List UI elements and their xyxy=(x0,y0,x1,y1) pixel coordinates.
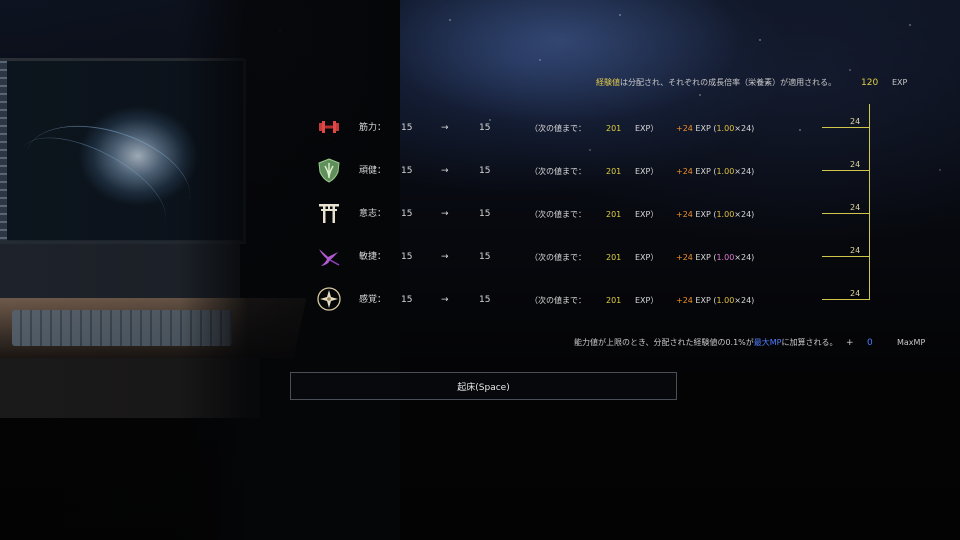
exp-gain: +24 EXP (1.00×24) xyxy=(676,124,754,134)
next-value-unit: EXP） xyxy=(635,210,659,219)
stat-row: 感覚： 15 → 15 （次の値まで： 201 EXP） +24 EXP (1.00×24) xyxy=(0,287,960,320)
gain-amount: +24 xyxy=(676,167,693,176)
stat-row: 敏捷： 15 → 15 （次の値まで： 201 EXP） +24 EXP (1.00×24) xyxy=(0,247,960,277)
gain-unit: EXP ( xyxy=(692,253,717,262)
max-mp-value: 0 xyxy=(867,338,873,348)
growth-multiplier: 1.00 xyxy=(716,210,735,219)
growth-multiplier: 1.00 xyxy=(716,253,735,262)
growth-multiplier: 1.00 xyxy=(716,167,735,176)
stat-current-value: 15 xyxy=(401,209,413,219)
total-exp-unit: EXP xyxy=(892,78,908,87)
max-mp-plus: + xyxy=(846,338,854,348)
stat-new-value: 15 xyxy=(479,123,491,133)
next-value-exp: 201 xyxy=(606,210,622,219)
exp-distribution-info: 経験値は分配され、それぞれの成長倍率（栄養素）が適用される。 xyxy=(596,78,836,88)
max-mp-unit: MaxMP xyxy=(897,338,926,347)
torii-gate-icon xyxy=(316,200,342,226)
gain-amount: +24 xyxy=(676,210,693,219)
stat-name: 感覚： xyxy=(359,295,387,305)
exp-gain: +24 EXP (1.00×24) xyxy=(676,296,754,306)
graph-label: 24 xyxy=(850,117,861,126)
gain-times: ×24) xyxy=(734,253,755,262)
graph-label: 24 xyxy=(850,160,861,169)
stat-row: 筋力： 15 → 15 （次の値まで： 201 EXP） +24 EXP (1.00×24) xyxy=(0,118,960,148)
stat-name: 意志： xyxy=(359,209,387,219)
growth-multiplier: 1.00 xyxy=(716,124,735,133)
gain-unit: EXP ( xyxy=(692,210,717,219)
next-value-unit: EXP） xyxy=(635,167,659,176)
next-value-label: （次の値まで： xyxy=(530,253,586,262)
graph-axis xyxy=(869,104,870,300)
gain-times: ×24) xyxy=(734,124,755,133)
next-value-label: （次の値まで： xyxy=(530,210,586,219)
arrow: → xyxy=(441,295,449,305)
stat-row: 意志： 15 → 15 （次の値まで： 201 EXP） +24 EXP (1.00×24) xyxy=(0,204,960,234)
graph-label: 24 xyxy=(850,203,861,212)
swallow-bird-icon xyxy=(316,243,342,269)
stat-new-value: 15 xyxy=(479,295,491,305)
arrow: → xyxy=(441,252,449,262)
gain-times: ×24) xyxy=(734,296,755,305)
next-value-label: （次の値まで： xyxy=(530,124,586,133)
next-value-exp: 201 xyxy=(606,167,622,176)
stat-name: 頑健： xyxy=(359,166,387,176)
next-value-exp: 201 xyxy=(606,296,622,305)
stat-new-value: 15 xyxy=(479,166,491,176)
stat-current-value: 15 xyxy=(401,252,413,262)
gain-unit: EXP ( xyxy=(692,167,717,176)
stat-name: 敏捷： xyxy=(359,252,387,262)
exp-info-text: は分配され、それぞれの成長倍率（栄養素）が適用される。 xyxy=(620,78,837,87)
next-value-exp: 201 xyxy=(606,253,622,262)
arrow: → xyxy=(441,166,449,176)
exp-highlight: 経験値 xyxy=(596,78,620,87)
exp-gain: +24 EXP (1.00×24) xyxy=(676,167,754,177)
stat-new-value: 15 xyxy=(479,252,491,262)
total-exp-value: 120 xyxy=(861,78,879,88)
graph-label: 24 xyxy=(850,289,861,298)
stat-current-value: 15 xyxy=(401,295,413,305)
gain-times: ×24) xyxy=(734,210,755,219)
graph-tick xyxy=(822,299,870,300)
stat-current-value: 15 xyxy=(401,123,413,133)
next-value-unit: EXP） xyxy=(635,253,659,262)
dumbbell-icon xyxy=(316,114,342,140)
max-mp-note-a: 能力値が上限のとき、分配された経験値の0.1%が xyxy=(574,338,754,347)
graph-tick xyxy=(822,213,870,214)
graph-tick xyxy=(822,256,870,257)
next-value-unit: EXP） xyxy=(635,296,659,305)
wake-up-button[interactable]: 起床(Space) xyxy=(290,372,677,400)
gain-times: ×24) xyxy=(734,167,755,176)
gain-amount: +24 xyxy=(676,253,693,262)
stat-name: 筋力： xyxy=(359,123,387,133)
next-value-label: （次の値まで： xyxy=(530,296,586,305)
max-mp-highlight: 最大MP xyxy=(753,338,782,347)
compass-star-icon xyxy=(316,286,342,312)
arrow: → xyxy=(441,123,449,133)
growth-multiplier: 1.00 xyxy=(716,296,735,305)
max-mp-note: 能力値が上限のとき、分配された経験値の0.1%が最大MPに加算される。 xyxy=(574,338,838,348)
stat-new-value: 15 xyxy=(479,209,491,219)
shield-icon xyxy=(316,157,342,183)
max-mp-note-b: に加算される。 xyxy=(781,338,838,347)
graph-tick xyxy=(822,170,870,171)
stat-current-value: 15 xyxy=(401,166,413,176)
graph-label: 24 xyxy=(850,246,861,255)
next-value-exp: 201 xyxy=(606,124,622,133)
exp-gain: +24 EXP (1.00×24) xyxy=(676,253,754,263)
next-value-label: （次の値まで： xyxy=(530,167,586,176)
next-value-unit: EXP） xyxy=(635,124,659,133)
wake-up-label: 起床(Space) xyxy=(457,382,510,393)
stat-row: 頑健： 15 → 15 （次の値まで： 201 EXP） +24 EXP (1.00×24) xyxy=(0,158,960,191)
gain-unit: EXP ( xyxy=(692,296,717,305)
gain-amount: +24 xyxy=(676,124,693,133)
exp-gain: +24 EXP (1.00×24) xyxy=(676,210,754,220)
gain-unit: EXP ( xyxy=(692,124,717,133)
arrow: → xyxy=(441,209,449,219)
graph-tick xyxy=(822,127,870,128)
gain-amount: +24 xyxy=(676,296,693,305)
growth-graph: 24 24 24 24 24 xyxy=(820,104,880,304)
